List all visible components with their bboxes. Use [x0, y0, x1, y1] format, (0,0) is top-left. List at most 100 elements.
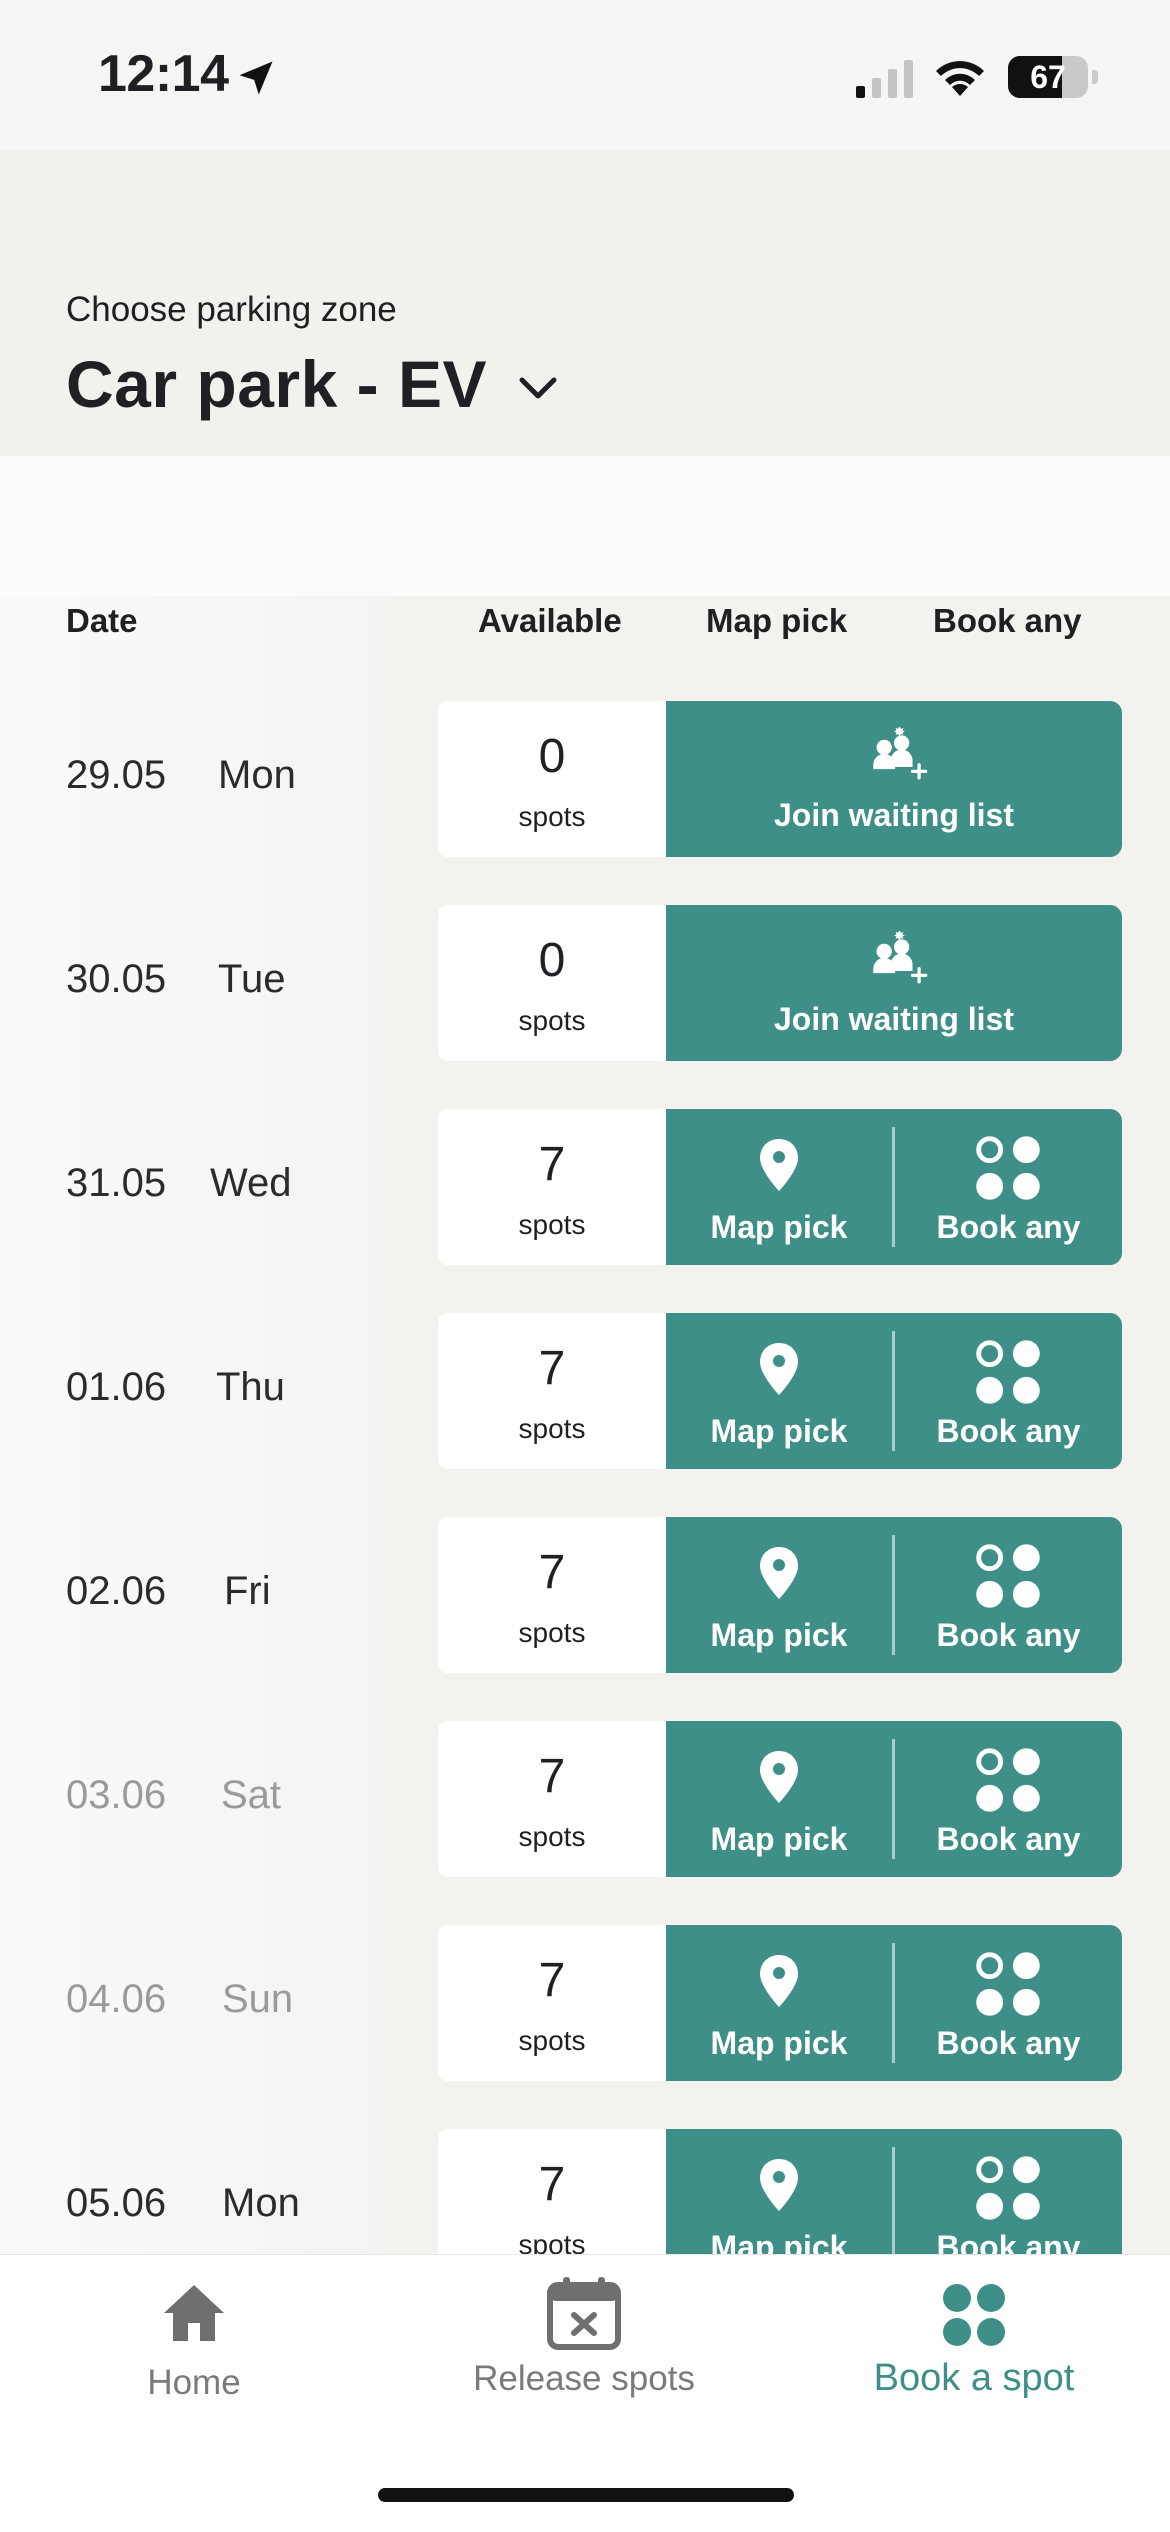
- tab-home-label: Home: [147, 2363, 241, 2402]
- four-dots-icon: [976, 1136, 1040, 1200]
- location-arrow-icon: [239, 61, 273, 95]
- action-cell: Map pick Book any: [666, 1517, 1122, 1673]
- booking-table: Date Available Map pick Book any 29.05 Mo…: [0, 456, 1170, 2396]
- available-count: 7: [538, 1954, 566, 2007]
- row-day: Tue: [218, 957, 286, 1001]
- available-unit: spots: [518, 1617, 586, 1648]
- tab-book-a-spot[interactable]: Book a spot: [824, 2255, 1124, 2455]
- row-date: 31.05: [66, 1161, 167, 1205]
- four-dots-icon: [976, 1952, 1040, 2016]
- available-unit: spots: [518, 1005, 586, 1036]
- book-any-button[interactable]: Book any: [895, 1517, 1122, 1673]
- book-any-button[interactable]: Book any: [895, 1925, 1122, 2081]
- map-pick-button[interactable]: Map pick: [666, 1721, 892, 1877]
- four-dots-icon: [976, 1748, 1040, 1812]
- row-date: 03.06: [66, 1773, 167, 1817]
- join-waiting-list-label: Join waiting list: [773, 1001, 1014, 1037]
- available-count: 7: [538, 1546, 566, 1599]
- row-date: 02.06: [66, 1569, 167, 1613]
- row-date: 01.06: [66, 1365, 167, 1409]
- status-time: 12:14: [98, 45, 229, 103]
- book-any-button[interactable]: Book any: [895, 1721, 1122, 1877]
- join-waiting-list-label: Join waiting list: [773, 797, 1014, 833]
- map-pick-label: Map pick: [710, 1821, 848, 1857]
- four-dots-icon: [943, 2284, 1005, 2346]
- column-header-map-pick: Map pick: [706, 602, 848, 639]
- home-indicator: [378, 2488, 794, 2502]
- map-pick-button[interactable]: Map pick: [666, 1517, 892, 1673]
- table-row: 01.06 Thu 7 spots Map pick Book any: [0, 1313, 1170, 1469]
- row-date: 04.06: [66, 1977, 167, 2021]
- table-row: 29.05 Mon 0 spots Join waiting list: [0, 701, 1170, 857]
- four-dots-icon: [976, 2156, 1040, 2220]
- join-waiting-list-button[interactable]: Join waiting list: [666, 905, 1122, 1061]
- cellular-signal-icon: [856, 60, 913, 98]
- map-pin-icon: [760, 1547, 798, 1599]
- action-cell: Join waiting list: [666, 701, 1122, 857]
- map-pick-button[interactable]: Map pick: [666, 1313, 892, 1469]
- four-dots-icon: [976, 1544, 1040, 1608]
- column-header-book-any: Book any: [933, 602, 1082, 639]
- availability-cell: 7 spots: [438, 1517, 666, 1673]
- table-row: 30.05 Tue 0 spots Join waiting list: [0, 905, 1170, 1061]
- battery-percent: 67: [1030, 59, 1066, 95]
- battery-icon: 67: [1008, 56, 1098, 98]
- join-waiting-list-button[interactable]: Join waiting list: [666, 701, 1122, 857]
- map-pick-button[interactable]: Map pick: [666, 1109, 892, 1265]
- tab-release-spots-label: Release spots: [473, 2359, 695, 2398]
- map-pick-label: Map pick: [710, 1413, 848, 1449]
- column-header-available: Available: [478, 602, 622, 639]
- available-unit: spots: [518, 2025, 586, 2056]
- book-any-button[interactable]: Book any: [895, 1313, 1122, 1469]
- availability-cell: 0 spots: [438, 701, 666, 857]
- tab-home[interactable]: Home: [44, 2255, 344, 2455]
- row-day: Thu: [216, 1365, 285, 1409]
- availability-cell: 0 spots: [438, 905, 666, 1061]
- book-any-label: Book any: [936, 1617, 1081, 1653]
- row-day: Fri: [224, 1569, 271, 1613]
- available-count: 7: [538, 2158, 566, 2211]
- row-date: 05.06: [66, 2181, 167, 2225]
- availability-cell: 7 spots: [438, 1109, 666, 1265]
- table-row: 03.06 Sat 7 spots Map pick Book any: [0, 1721, 1170, 1877]
- action-cell: Map pick Book any: [666, 1721, 1122, 1877]
- book-any-label: Book any: [936, 1821, 1081, 1857]
- wifi-icon: [936, 61, 984, 96]
- availability-cell: 7 spots: [438, 1721, 666, 1877]
- map-pick-label: Map pick: [710, 1617, 848, 1653]
- action-cell: Map pick Book any: [666, 1313, 1122, 1469]
- tab-release-spots[interactable]: Release spots: [434, 2255, 734, 2455]
- four-dots-icon: [976, 1340, 1040, 1404]
- row-day: Wed: [210, 1161, 292, 1205]
- available-count: 0: [538, 934, 566, 987]
- zone-selector[interactable]: Car park - EV: [66, 346, 487, 422]
- status-bar: 12:14 67: [0, 0, 1170, 150]
- map-pin-icon: [760, 1955, 798, 2007]
- available-count: 7: [538, 1138, 566, 1191]
- book-any-button[interactable]: Book any: [895, 1109, 1122, 1265]
- action-cell: Join waiting list: [666, 905, 1122, 1061]
- table-row: 02.06 Fri 7 spots Map pick Book any: [0, 1517, 1170, 1673]
- waiting-list-icon: [873, 931, 928, 984]
- map-pin-icon: [760, 1343, 798, 1395]
- available-unit: spots: [518, 1821, 586, 1852]
- row-day: Mon: [222, 2181, 300, 2225]
- availability-cell: 7 spots: [438, 1925, 666, 2081]
- column-header-date: Date: [66, 602, 138, 639]
- home-icon: [164, 2285, 224, 2341]
- book-any-label: Book any: [936, 1413, 1081, 1449]
- map-pick-label: Map pick: [710, 2025, 848, 2061]
- tab-book-a-spot-label: Book a spot: [873, 2357, 1075, 2399]
- chevron-down-icon[interactable]: [516, 372, 560, 406]
- row-day: Sat: [221, 1773, 282, 1817]
- zone-header: Choose parking zone Car park - EV: [0, 150, 1170, 456]
- action-cell: Map pick Book any: [666, 1925, 1122, 2081]
- table-row: 31.05 Wed 7 spots Map pick Book any: [0, 1109, 1170, 1265]
- map-pick-button[interactable]: Map pick: [666, 1925, 892, 2081]
- zone-label: Choose parking zone: [66, 290, 397, 329]
- book-any-label: Book any: [936, 1209, 1081, 1245]
- map-pin-icon: [760, 1751, 798, 1803]
- action-cell: Map pick Book any: [666, 1109, 1122, 1265]
- calendar-x-icon: [547, 2277, 621, 2350]
- available-unit: spots: [518, 1209, 586, 1240]
